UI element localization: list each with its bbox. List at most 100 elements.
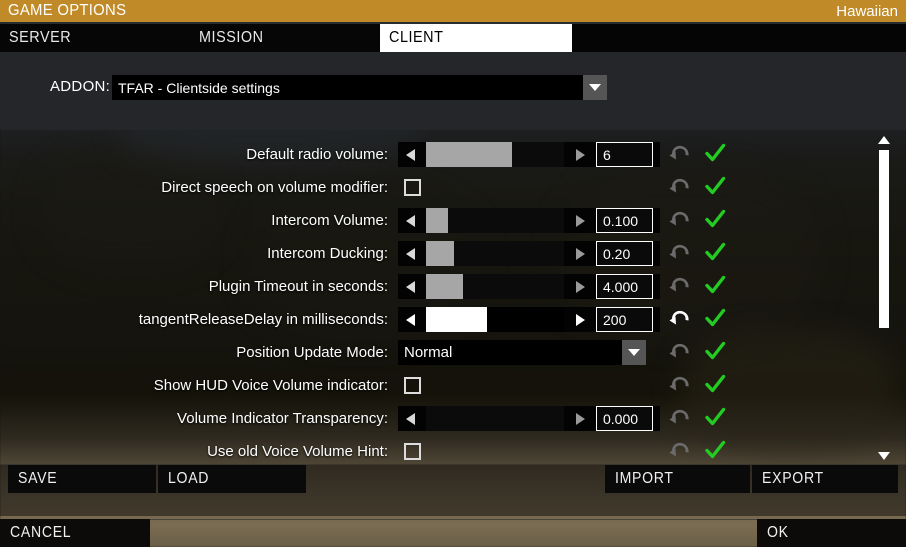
import-button[interactable]: IMPORT (605, 465, 750, 493)
slider-increase-icon[interactable] (568, 274, 592, 299)
setting-control: 200 (398, 307, 660, 332)
setting-value-input[interactable]: 0.100 (596, 208, 653, 233)
export-button[interactable]: EXPORT (752, 465, 898, 493)
setting-value-input[interactable]: 6 (596, 142, 653, 167)
setting-label: Intercom Volume: (271, 212, 388, 229)
addon-select-value: TFAR - Clientside settings (118, 79, 280, 96)
green-check-icon[interactable] (704, 274, 726, 296)
settings-row: Intercom Ducking: 0.20 (0, 237, 906, 270)
settings-scrollbar[interactable] (876, 134, 892, 462)
green-check-icon[interactable] (704, 175, 726, 197)
addon-select[interactable]: TFAR - Clientside settings (112, 75, 607, 100)
setting-control (398, 439, 660, 464)
green-check-icon[interactable] (704, 373, 726, 395)
setting-control: Normal (398, 340, 660, 365)
tab-bar-filler (572, 24, 906, 52)
setting-select[interactable]: Normal (398, 340, 646, 365)
undo-arrow-icon[interactable] (668, 208, 692, 230)
undo-arrow-icon[interactable] (668, 406, 692, 428)
setting-label: Volume Indicator Transparency: (177, 410, 388, 427)
game-options-dialog: GAME OPTIONS Hawaiian SERVER MISSION CLI… (0, 0, 906, 547)
settings-row: Default radio volume: 6 (0, 138, 906, 171)
green-check-icon[interactable] (704, 406, 726, 428)
tab-mission[interactable]: MISSION (190, 24, 380, 52)
green-check-icon[interactable] (704, 142, 726, 164)
chevron-down-icon[interactable] (583, 75, 607, 100)
tab-client-label: CLIENT (389, 29, 444, 46)
setting-control: 0.000 (398, 406, 660, 431)
slider-decrease-icon[interactable] (398, 406, 422, 431)
setting-label: Plugin Timeout in seconds: (208, 278, 388, 295)
save-button-label: SAVE (18, 470, 58, 487)
tab-bar: SERVER MISSION CLIENT (0, 24, 906, 52)
triangle-up-icon[interactable] (878, 134, 890, 146)
setting-checkbox[interactable] (404, 443, 421, 460)
setting-control: 4.000 (398, 274, 660, 299)
tab-client[interactable]: CLIENT (380, 24, 572, 52)
settings-row: Position Update Mode: Normal (0, 336, 906, 369)
setting-checkbox[interactable] (404, 179, 421, 196)
slider-increase-icon[interactable] (568, 142, 592, 167)
slider-fill (426, 307, 487, 332)
slider-decrease-icon[interactable] (398, 241, 422, 266)
slider-increase-icon[interactable] (568, 406, 592, 431)
slider-decrease-icon[interactable] (398, 307, 422, 332)
settings-row: Use old Voice Volume Hint: (0, 435, 906, 464)
undo-arrow-icon[interactable] (668, 373, 692, 395)
green-check-icon[interactable] (704, 340, 726, 362)
import-button-label: IMPORT (615, 470, 674, 487)
green-check-icon[interactable] (704, 307, 726, 329)
green-check-icon[interactable] (704, 208, 726, 230)
settings-row: Plugin Timeout in seconds: 4.000 (0, 270, 906, 303)
chevron-down-icon[interactable] (622, 340, 646, 365)
scrollbar-thumb[interactable] (879, 150, 889, 328)
cancel-button[interactable]: CANCEL (0, 519, 150, 547)
setting-value-input[interactable]: 0.000 (596, 406, 653, 431)
undo-arrow-icon[interactable] (668, 274, 692, 296)
tab-server[interactable]: SERVER (0, 24, 190, 52)
settings-row: Direct speech on volume modifier: (0, 171, 906, 204)
settings-row: tangentReleaseDelay in milliseconds: 200 (0, 303, 906, 336)
slider-track[interactable] (426, 406, 564, 431)
setting-value-input[interactable]: 0.20 (596, 241, 653, 266)
setting-value-input[interactable]: 4.000 (596, 274, 653, 299)
slider-track[interactable] (426, 274, 564, 299)
setting-label: Default radio volume: (246, 146, 388, 163)
green-check-icon[interactable] (704, 241, 726, 263)
load-button-label: LOAD (168, 470, 210, 487)
slider-track[interactable] (426, 208, 564, 233)
addon-label: ADDON: (50, 78, 111, 95)
undo-arrow-icon[interactable] (668, 340, 692, 362)
slider-decrease-icon[interactable] (398, 208, 422, 233)
save-button[interactable]: SAVE (8, 465, 156, 493)
setting-label: Show HUD Voice Volume indicator: (153, 377, 388, 394)
setting-select-value: Normal (404, 344, 453, 361)
undo-arrow-icon[interactable] (668, 241, 692, 263)
setting-label: Use old Voice Volume Hint: (207, 443, 388, 460)
slider-decrease-icon[interactable] (398, 274, 422, 299)
slider-track[interactable] (426, 241, 564, 266)
green-check-icon[interactable] (704, 439, 726, 461)
undo-arrow-icon[interactable] (668, 175, 692, 197)
slider-increase-icon[interactable] (568, 241, 592, 266)
slider-decrease-icon[interactable] (398, 142, 422, 167)
settings-row: Volume Indicator Transparency: 0.000 (0, 402, 906, 435)
slider-increase-icon[interactable] (568, 208, 592, 233)
world-name: Hawaiian (836, 2, 898, 20)
setting-control: 0.100 (398, 208, 660, 233)
title-bar: GAME OPTIONS Hawaiian (0, 0, 906, 22)
slider-track[interactable] (426, 307, 564, 332)
action-bar: SAVE LOAD IMPORT EXPORT (0, 464, 906, 516)
slider-increase-icon[interactable] (568, 307, 592, 332)
undo-arrow-icon[interactable] (668, 307, 692, 329)
setting-checkbox[interactable] (404, 377, 421, 394)
ok-button[interactable]: OK (757, 519, 906, 547)
setting-value-input[interactable]: 200 (596, 307, 653, 332)
undo-arrow-icon[interactable] (668, 142, 692, 164)
page-title: GAME OPTIONS (8, 2, 127, 19)
settings-list: Default radio volume: 6 Direct speech on … (0, 132, 906, 464)
load-button[interactable]: LOAD (158, 465, 306, 493)
slider-track[interactable] (426, 142, 564, 167)
undo-arrow-icon[interactable] (668, 439, 692, 461)
triangle-down-icon[interactable] (878, 450, 890, 462)
